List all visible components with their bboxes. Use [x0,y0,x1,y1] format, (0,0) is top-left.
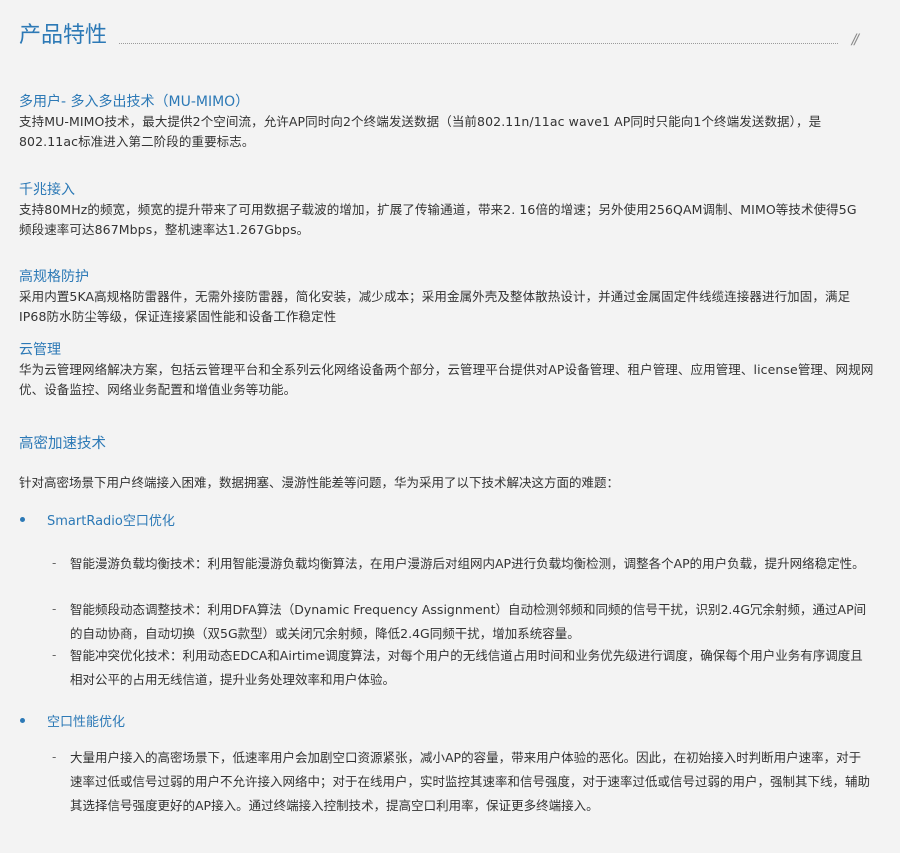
dense-section-intro: 针对高密场景下用户终端接入困难，数据拥塞、漫游性能差等问题，华为采用了以下技术解… [19,475,620,490]
sub-item-text: 智能频段动态调整技术：利用DFA算法（Dynamic Frequency Ass… [70,602,867,641]
section-mu-mimo: 多用户- 多入多出技术（MU-MIMO） 支持MU-MIMO技术，最大提供2个空… [19,92,894,152]
bullet-dot-icon [20,718,25,723]
bullet-label: SmartRadio空口优化 [47,514,175,529]
sub-item-text: 大量用户接入的高密场景下，低速率用户会加剧空口资源紧张，减小AP的容量，带来用户… [70,750,871,813]
dash-icon: - [52,602,57,616]
bullet-air-interface-performance: 空口性能优化 [20,711,125,730]
sub-item-roaming-load-balance: - 智能漫游负载均衡技术：利用智能漫游负载均衡算法，在用户漫游后对组网内AP进行… [52,552,872,576]
section-title: 高规格防护 [19,269,89,285]
section-body: 支持MU-MIMO技术，最大提供2个空间流，允许AP同时向2个终端发送数据（当前… [19,114,822,149]
dash-icon: - [52,750,57,764]
sub-item-text: 智能漫游负载均衡技术：利用智能漫游负载均衡算法，在用户漫游后对组网内AP进行负载… [70,556,865,571]
header-slash-decoration: // [851,32,860,48]
section-title: 云管理 [19,342,61,358]
product-features-page: 产品特性 // 多用户- 多入多出技术（MU-MIMO） 支持MU-MIMO技术… [0,0,900,853]
bullet-label: 空口性能优化 [47,715,126,730]
sub-item-conflict-optimization: - 智能冲突优化技术：利用动态EDCA和Airtime调度算法，对每个用户的无线… [52,644,872,692]
section-gigabit-access: 千兆接入 支持80MHz的频宽，频宽的提升带来了可用数据子载波的增加，扩展了传输… [19,180,894,240]
dense-section-title: 高密加速技术 [19,436,106,452]
section-body: 采用内置5KA高规格防雷器件，无需外接防雷器，简化安装，减少成本；采用金属外壳及… [19,289,851,324]
section-body: 华为云管理网络解决方案，包括云管理平台和全系列云化网络设备两个部分，云管理平台提… [19,362,874,397]
sub-item-access-control: - 大量用户接入的高密场景下，低速率用户会加剧空口资源紧张，减小AP的容量，带来… [52,746,872,818]
section-high-spec-protection: 高规格防护 采用内置5KA高规格防雷器件，无需外接防雷器，简化安装，减少成本；采… [19,267,894,327]
bullet-dot-icon [20,517,25,522]
page-title: 产品特性 [19,23,108,48]
section-cloud-management: 云管理 华为云管理网络解决方案，包括云管理平台和全系列云化网络设备两个部分，云管… [19,340,894,400]
page-header: 产品特性 // [19,18,879,50]
header-dotted-divider [119,42,838,44]
section-title: 千兆接入 [19,182,75,198]
dash-icon: - [52,556,57,570]
bullet-smartradio: SmartRadio空口优化 [20,510,175,529]
dash-icon: - [52,648,57,662]
section-body: 支持80MHz的频宽，频宽的提升带来了可用数据子载波的增加，扩展了传输通道，带来… [19,202,857,237]
sub-item-band-dynamic-adjust: - 智能频段动态调整技术：利用DFA算法（Dynamic Frequency A… [52,598,872,646]
section-title: 多用户- 多入多出技术（MU-MIMO） [19,94,250,110]
sub-item-text: 智能冲突优化技术：利用动态EDCA和Airtime调度算法，对每个用户的无线信道… [70,648,863,687]
